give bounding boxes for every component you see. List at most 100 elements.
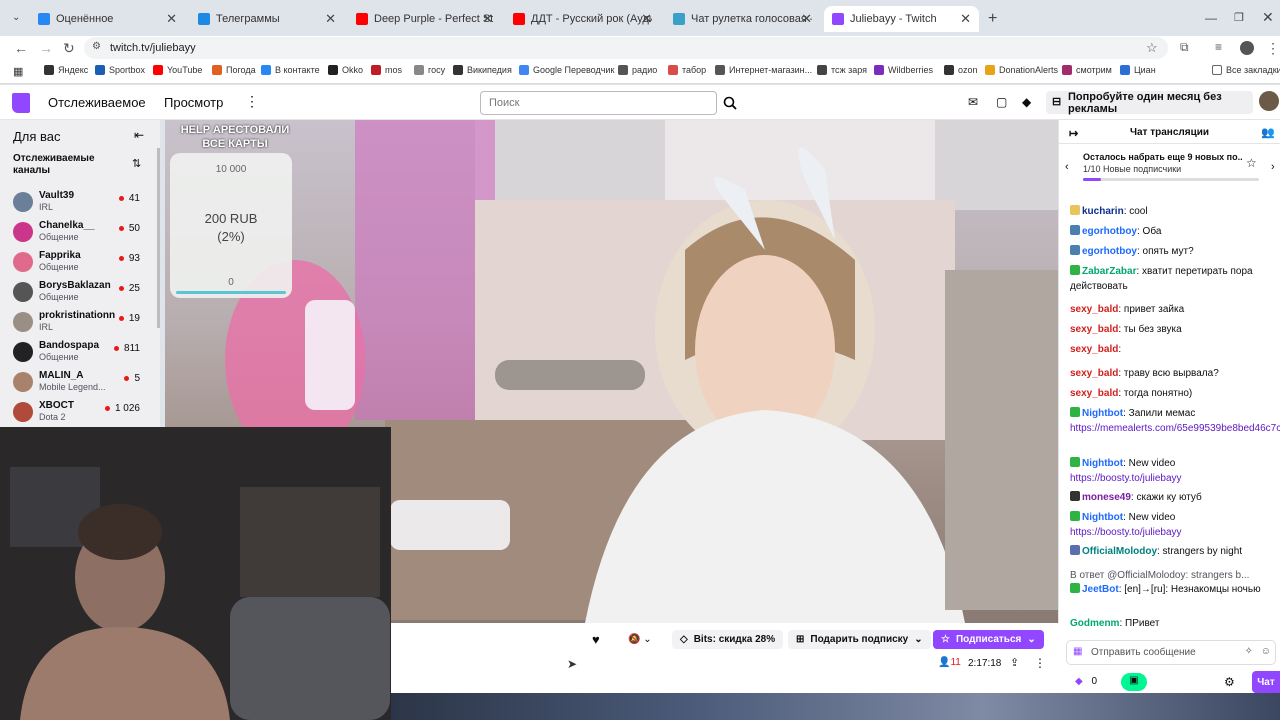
bookmark-star-icon[interactable]: ☆	[1146, 40, 1158, 56]
bookmark-item[interactable]: Google Переводчик	[519, 65, 614, 75]
forward-icon[interactable]: →	[39, 40, 53, 56]
back-icon[interactable]: ←	[14, 40, 28, 56]
reload-icon[interactable]: ↻	[63, 40, 75, 57]
sort-icon[interactable]: ⇅	[132, 157, 141, 170]
bookmark-item[interactable]: Яндекс	[44, 65, 88, 75]
user-avatar[interactable]	[1259, 91, 1279, 111]
close-tab-icon[interactable]: ✕	[325, 11, 336, 27]
chat-username[interactable]: kucharin	[1082, 206, 1124, 217]
more-options-icon[interactable]: ⋮	[1034, 656, 1046, 670]
chat-username[interactable]: ZabarZabar	[1082, 266, 1136, 277]
bookmark-item[interactable]: YouTube	[153, 65, 202, 75]
apps-icon[interactable]: ▦	[13, 65, 23, 78]
bits-icon[interactable]: ◆	[1022, 95, 1031, 109]
sidebar-channel[interactable]: Fapprika Общение 93	[0, 248, 160, 278]
chat-username[interactable]: egorhotboy	[1082, 226, 1137, 237]
bookmark-item[interactable]: табор	[668, 65, 706, 75]
follow-heart-icon[interactable]: ♥	[592, 632, 600, 647]
close-window-button[interactable]: ✕	[1262, 9, 1274, 26]
bookmark-item[interactable]: смотрим	[1062, 65, 1112, 75]
bookmark-item[interactable]: Циан	[1120, 65, 1156, 75]
bits-balance[interactable]: ◆ 0	[1075, 676, 1097, 687]
browser-tab[interactable]: ДДТ - Русский рок (Аудио) - YouTube✕	[505, 6, 660, 32]
chat-username[interactable]: egorhotboy	[1082, 246, 1137, 257]
bookmark-item[interactable]: Wildberries	[874, 65, 933, 75]
maximize-button[interactable]: ❐	[1234, 11, 1244, 24]
bookmark-item[interactable]: Википедия	[453, 65, 512, 75]
chat-username[interactable]: sexy_bald	[1070, 344, 1118, 355]
bookmark-item[interactable]: ozon	[944, 65, 978, 75]
hype-train-banner[interactable]: ‹ Осталось набрать еще 9 новых по... 1/1…	[1059, 144, 1280, 188]
chat-username[interactable]: Nightbot	[1082, 408, 1123, 419]
chat-username[interactable]: sexy_bald	[1070, 304, 1118, 315]
chevron-right-icon[interactable]: ›	[1271, 161, 1275, 173]
chat-username[interactable]: Nightbot	[1082, 458, 1123, 469]
minimize-button[interactable]: —	[1205, 11, 1217, 25]
emote-icon[interactable]: ☺	[1261, 646, 1271, 657]
sidebar-channel[interactable]: Chanelka__ Общение 50	[0, 218, 160, 248]
chat-username[interactable]: OfficialMolodoy	[1082, 546, 1157, 557]
close-tab-icon[interactable]: ✕	[960, 11, 971, 27]
nav-following[interactable]: Отслеживаемое	[48, 95, 146, 110]
browser-tab[interactable]: Deep Purple - Perfect Strangers✕	[348, 6, 501, 32]
notifications-button[interactable]: 🔕 ⌄	[620, 630, 660, 649]
chat-username[interactable]: sexy_bald	[1070, 368, 1118, 379]
subscribe-button[interactable]: ☆ Подписаться ⌄	[933, 630, 1044, 649]
sidebar-channel[interactable]: XBOCT Dota 21 026	[0, 398, 160, 427]
chat-username[interactable]: sexy_bald	[1070, 324, 1118, 335]
gift-sub-button[interactable]: ⊞ Подарить подписку ⌄	[788, 630, 931, 649]
bookmark-item[interactable]: радио	[618, 65, 657, 75]
chat-settings-icon[interactable]: ⚙	[1224, 675, 1235, 689]
bookmark-item[interactable]: Sportbox	[95, 65, 145, 75]
bookmark-item[interactable]: Интернет-магазин...	[715, 65, 812, 75]
sidebar-channel[interactable]: Bandospapa Общение 811	[0, 338, 160, 368]
extensions-icon[interactable]: ⧉	[1180, 40, 1189, 55]
whispers-icon[interactable]: ▢	[996, 95, 1007, 109]
bookmark-item[interactable]: DonationAlerts	[985, 65, 1058, 75]
browser-tab[interactable]: Оценённое ✕	[30, 6, 185, 32]
collapse-chat-icon[interactable]: ↦	[1069, 127, 1078, 140]
sidebar-channel[interactable]: MALIN_A Mobile Legend... 5	[0, 368, 160, 398]
collapse-sidebar-icon[interactable]: ⇤	[134, 128, 144, 142]
chat-username[interactable]: Nightbot	[1082, 512, 1123, 523]
chat-send-button[interactable]: Чат	[1252, 671, 1280, 693]
chat-username[interactable]: Godmenm	[1070, 618, 1119, 629]
inbox-icon[interactable]: ✉	[968, 95, 978, 109]
chat-username[interactable]: monese49	[1082, 492, 1131, 503]
url-field[interactable]: ⚙ twitch.tv/juliebayy	[84, 37, 1168, 59]
chat-link[interactable]: https://memealerts.com/65e99539be8bed46c…	[1070, 423, 1280, 434]
chat-link[interactable]: https://boosty.to/juliebayy	[1070, 527, 1182, 538]
all-bookmarks[interactable]: Все закладки	[1212, 65, 1280, 75]
bookmark-item[interactable]: Okko	[328, 65, 363, 75]
channel-points-button[interactable]: ▣	[1121, 673, 1147, 691]
search-input[interactable]: Поиск	[480, 91, 717, 115]
close-tab-icon[interactable]: ✕	[641, 11, 652, 27]
sidebar-scrollbar[interactable]	[157, 148, 160, 328]
close-tab-icon[interactable]: ✕	[801, 11, 812, 27]
close-tab-icon[interactable]: ✕	[482, 11, 493, 27]
community-icon[interactable]: 👥	[1261, 126, 1275, 139]
star-icon[interactable]: ☆	[1246, 156, 1257, 170]
ad-free-promo-button[interactable]: ⊟ Попробуйте один месяц без рекламы	[1046, 91, 1253, 115]
sidebar-channel[interactable]: Vault39 IRL 41	[0, 188, 160, 218]
bookmark-item[interactable]: mos	[371, 65, 402, 75]
media-icon[interactable]: ≡	[1215, 40, 1222, 54]
browser-tab[interactable]: Чат рулетка голосовая — Neko✕	[665, 6, 820, 32]
bookmark-item[interactable]: тсж заря	[817, 65, 867, 75]
browser-tab[interactable]: Телеграммы ✕	[190, 6, 344, 32]
browser-tab[interactable]: Juliebayy - Twitch ✕	[824, 6, 979, 32]
search-button[interactable]	[718, 91, 742, 115]
share-icon[interactable]: ⇪	[1010, 656, 1019, 669]
new-tab-button[interactable]: +	[988, 10, 997, 28]
sidebar-channel[interactable]: prokristinationn IRL 19	[0, 308, 160, 338]
twitch-logo[interactable]	[12, 93, 30, 113]
chat-username[interactable]: sexy_bald	[1070, 388, 1118, 399]
more-icon[interactable]: ⋮	[245, 93, 259, 110]
chat-input[interactable]: ▦ Отправить сообщение ✧ ☺	[1066, 640, 1276, 665]
sidebar-channel[interactable]: BorysBaklazan Общение 25	[0, 278, 160, 308]
profile-avatar[interactable]	[1240, 41, 1254, 55]
bookmark-item[interactable]: Погода	[212, 65, 256, 75]
bits-discount-button[interactable]: ◇ Bits: скидка 28%	[672, 630, 784, 649]
browser-menu-icon[interactable]: ⋮	[1266, 40, 1280, 57]
chat-username[interactable]: JeetBot	[1082, 584, 1119, 595]
